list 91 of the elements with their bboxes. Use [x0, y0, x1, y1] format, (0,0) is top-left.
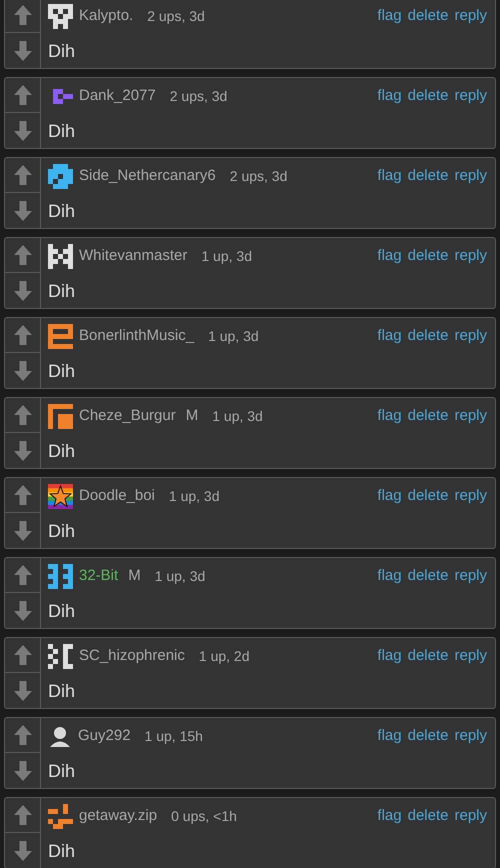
comment-text: Dih	[48, 600, 76, 622]
comment-text: Dih	[48, 40, 76, 62]
username-link[interactable]: Dank_2077	[79, 84, 156, 108]
comment-text: Dih	[48, 200, 76, 222]
action-link[interactable]: reply	[454, 724, 487, 748]
action-link[interactable]: delete	[408, 324, 448, 348]
action-link[interactable]: delete	[408, 164, 448, 188]
comment-text: Dih	[48, 520, 76, 542]
up-arrow-icon[interactable]	[12, 724, 32, 746]
action-link[interactable]: delete	[408, 404, 448, 428]
action-link[interactable]: flag	[377, 324, 402, 348]
comment-meta: 2 ups, 3d	[170, 86, 228, 106]
action-link[interactable]: flag	[377, 4, 402, 28]
up-arrow-icon[interactable]	[12, 84, 32, 106]
username-link[interactable]: 32-Bit	[79, 564, 118, 588]
action-link[interactable]: delete	[408, 804, 448, 828]
star-avatar-icon	[48, 484, 73, 508]
action-link[interactable]: reply	[454, 84, 487, 108]
action-link[interactable]: reply	[454, 644, 487, 668]
action-link[interactable]: flag	[377, 724, 402, 748]
username-link[interactable]: Cheze_Burgur	[79, 404, 176, 428]
action-link[interactable]: delete	[408, 84, 448, 108]
down-arrow-icon[interactable]	[12, 600, 32, 622]
down-arrow-icon[interactable]	[12, 520, 32, 542]
comment-text: Dih	[48, 440, 76, 462]
down-arrow-icon[interactable]	[12, 440, 32, 462]
username-link[interactable]: Whitevanmaster	[79, 244, 188, 268]
down-arrow-icon[interactable]	[12, 360, 32, 382]
username-link[interactable]: BonerlinthMusic_	[79, 324, 194, 348]
comment-text: Dih	[48, 360, 76, 382]
comment-meta: 1 up, 2d	[198, 646, 250, 666]
comment-meta: 1 up, 3d	[168, 486, 220, 506]
action-link[interactable]: delete	[408, 564, 448, 588]
action-link[interactable]: reply	[454, 4, 487, 28]
comment-meta: 1 up, 3d	[154, 566, 206, 586]
comment-meta: 1 up, 3d	[208, 326, 259, 346]
action-link[interactable]: delete	[408, 4, 448, 28]
action-link[interactable]: delete	[408, 644, 448, 668]
down-arrow-icon[interactable]	[12, 280, 32, 302]
action-link[interactable]: flag	[377, 644, 402, 668]
comment-text: Dih	[48, 120, 76, 142]
comment-meta: 1 up, 15h	[144, 726, 203, 746]
username-link[interactable]: Guy292	[78, 724, 131, 748]
username-link[interactable]: Doodle_boi	[79, 484, 155, 508]
username-link[interactable]: getaway.zip	[79, 804, 158, 828]
mod-label: M	[128, 566, 141, 586]
action-link[interactable]: flag	[377, 84, 402, 108]
comment-meta: 2 ups, 3d	[230, 166, 288, 186]
comment-text: Dih	[48, 760, 76, 782]
comment-meta: 2 ups, 3d	[147, 6, 205, 26]
action-link[interactable]: flag	[377, 804, 402, 828]
action-link[interactable]: reply	[454, 164, 487, 188]
comment-meta: 1 up, 3d	[201, 246, 252, 266]
up-arrow-icon[interactable]	[12, 564, 32, 586]
down-arrow-icon[interactable]	[12, 840, 32, 862]
username-link[interactable]: Kalypto.	[79, 4, 134, 28]
down-arrow-icon[interactable]	[12, 200, 32, 222]
action-link[interactable]: reply	[454, 564, 487, 588]
action-link[interactable]: delete	[408, 724, 448, 748]
action-link[interactable]: reply	[454, 804, 487, 828]
comment-text: Dih	[48, 280, 76, 302]
username-link[interactable]: SC_hizophrenic	[79, 644, 185, 668]
up-arrow-icon[interactable]	[12, 804, 32, 826]
action-link[interactable]: flag	[377, 244, 402, 268]
action-link[interactable]: flag	[377, 164, 402, 188]
action-link[interactable]: reply	[454, 324, 487, 348]
down-arrow-icon[interactable]	[12, 120, 32, 142]
username-link[interactable]: Side_Nethercanary6	[79, 164, 216, 188]
up-arrow-icon[interactable]	[12, 644, 32, 666]
up-arrow-icon[interactable]	[12, 484, 32, 506]
action-link[interactable]: reply	[454, 484, 487, 508]
up-arrow-icon[interactable]	[12, 4, 32, 26]
down-arrow-icon[interactable]	[12, 760, 32, 782]
up-arrow-icon[interactable]	[12, 244, 32, 266]
action-link[interactable]: reply	[454, 404, 487, 428]
down-arrow-icon[interactable]	[12, 40, 32, 62]
action-link[interactable]: delete	[408, 484, 448, 508]
action-link[interactable]: delete	[408, 244, 448, 268]
comment-meta: 0 ups, <1h	[171, 806, 237, 826]
action-link[interactable]: reply	[454, 244, 487, 268]
comment-text: Dih	[48, 840, 76, 862]
comment-meta: 1 up, 3d	[212, 406, 263, 426]
up-arrow-icon[interactable]	[12, 324, 32, 346]
action-link[interactable]: flag	[377, 404, 402, 428]
action-link[interactable]: flag	[377, 564, 402, 588]
down-arrow-icon[interactable]	[12, 680, 32, 702]
action-link[interactable]: flag	[377, 484, 402, 508]
mod-label: M	[186, 406, 198, 426]
comment-text: Dih	[48, 680, 76, 702]
up-arrow-icon[interactable]	[12, 164, 32, 186]
up-arrow-icon[interactable]	[12, 404, 32, 426]
